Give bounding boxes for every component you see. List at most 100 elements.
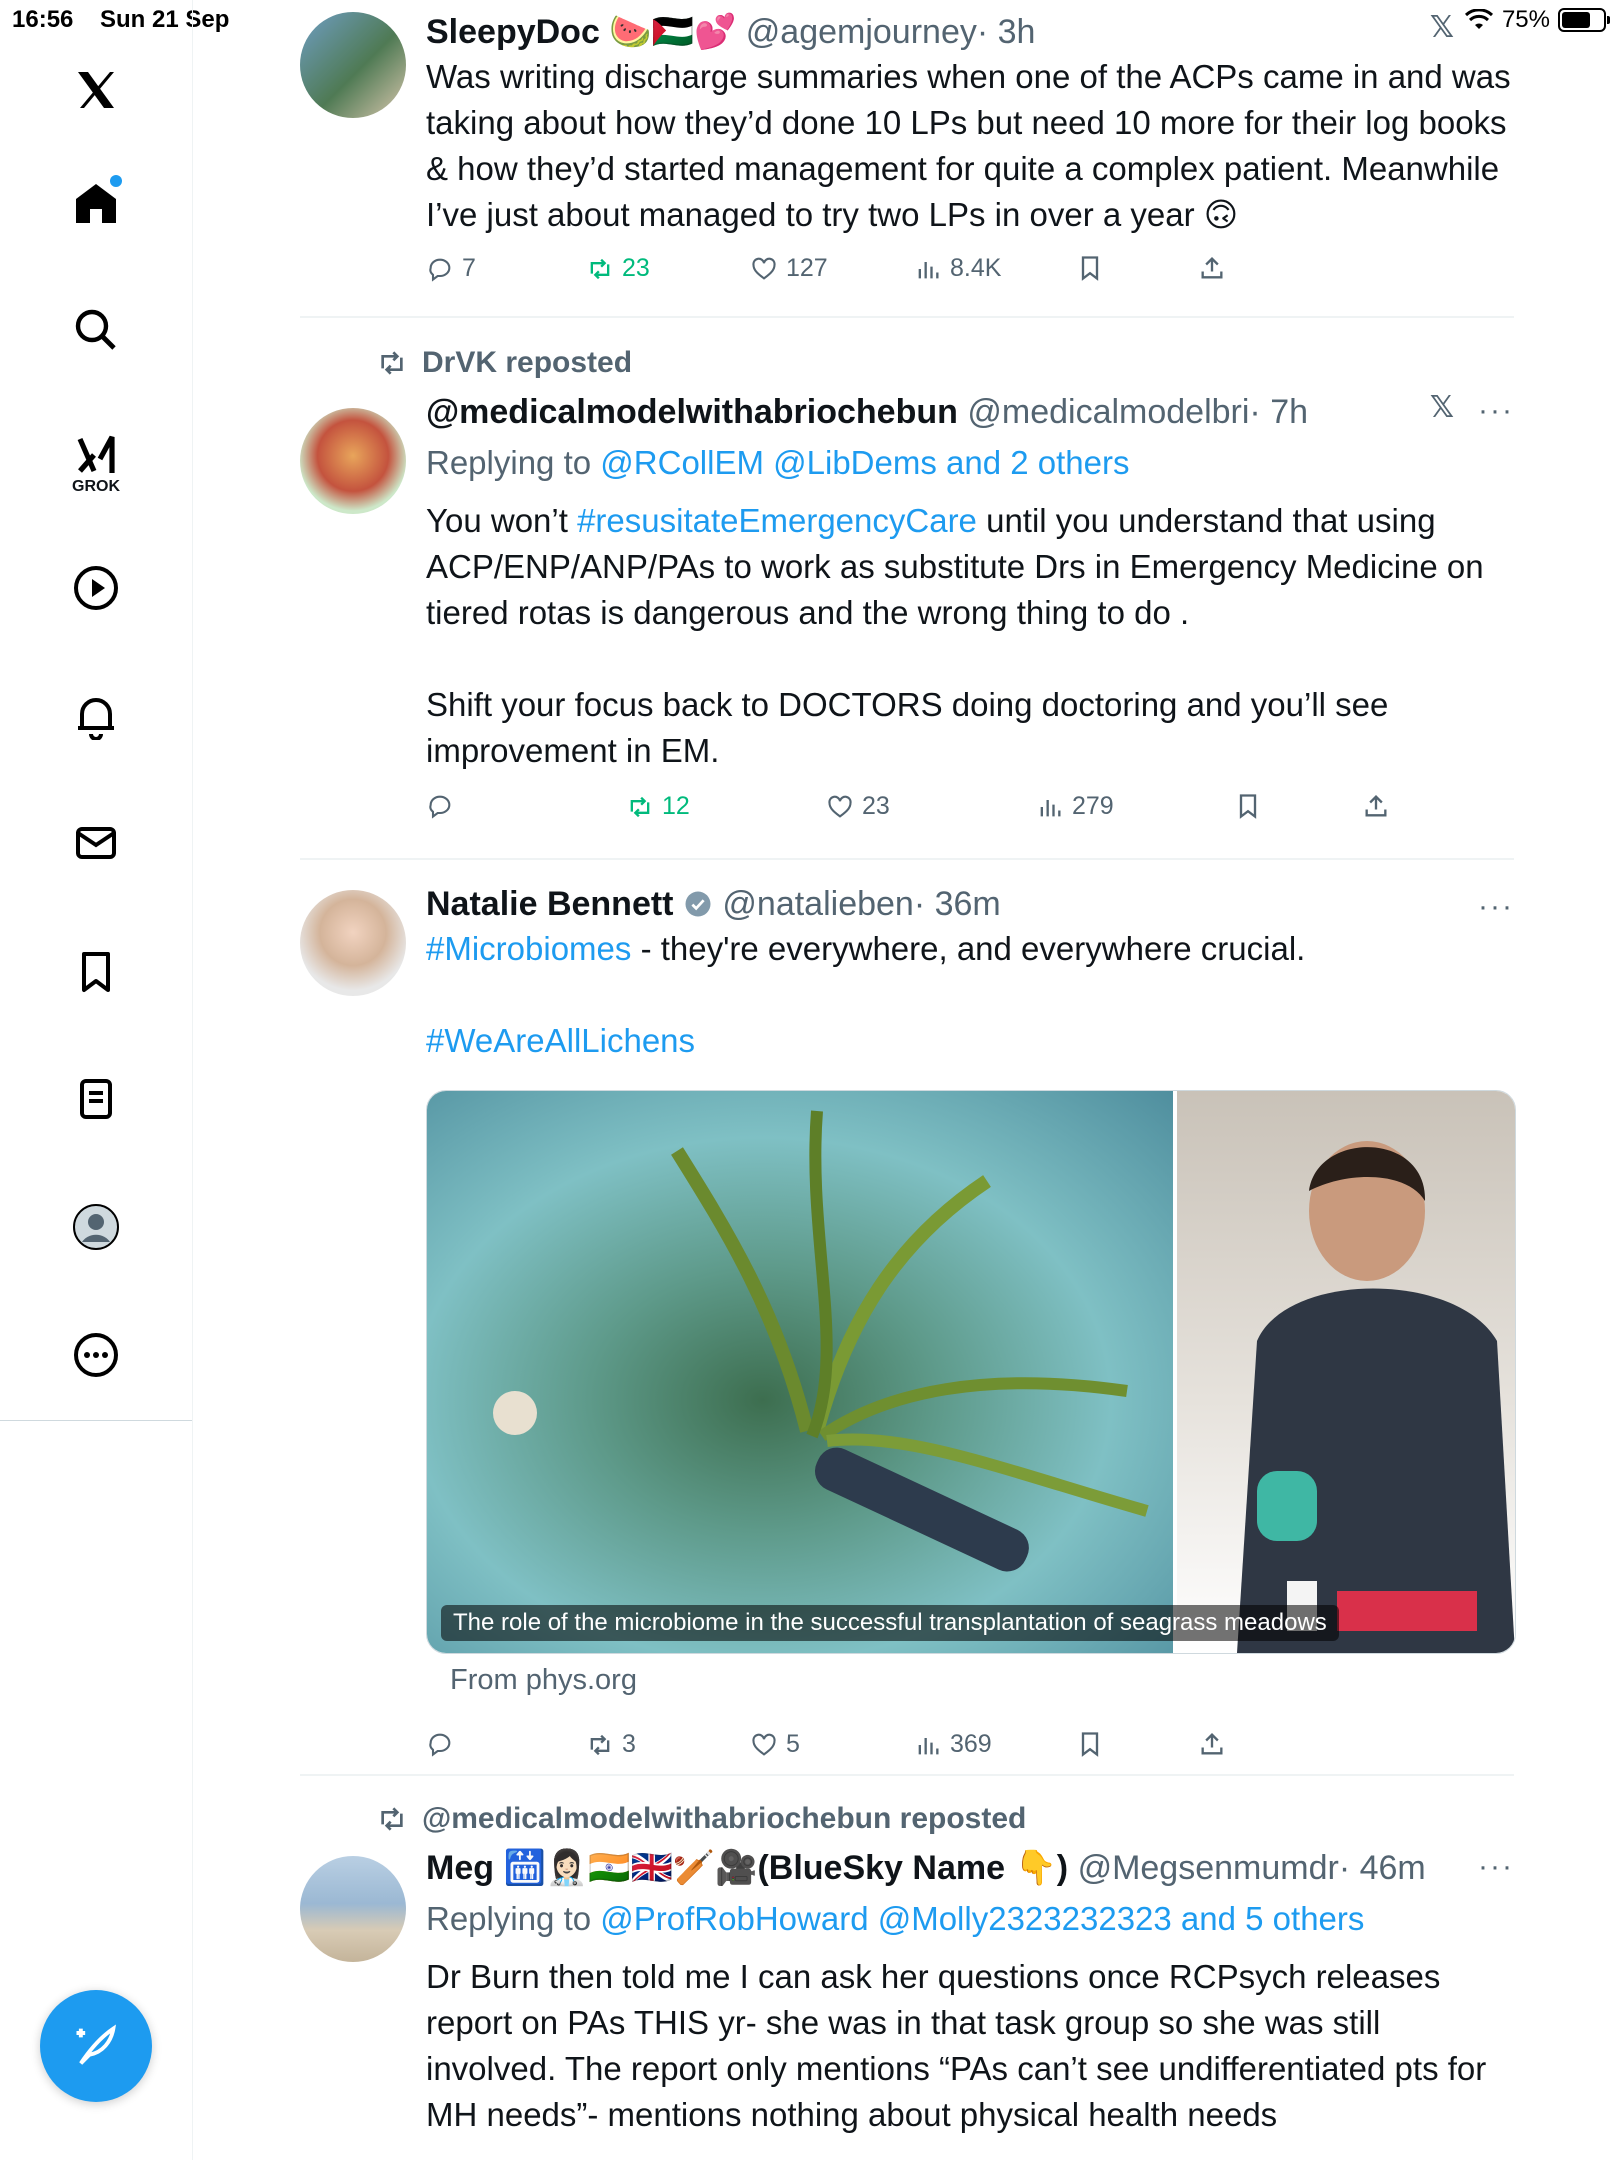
bookmark-icon [1239, 794, 1257, 819]
handle[interactable]: @medicalmodelbri [967, 393, 1249, 431]
views-icon [1040, 799, 1061, 816]
link-card-image[interactable]: The role of the microbiome in the succes… [426, 1090, 1516, 1654]
avatar[interactable] [300, 1856, 406, 1962]
repost-button[interactable]: 23 [586, 254, 650, 283]
more-icon[interactable] [56, 1315, 136, 1395]
like-button[interactable]: 127 [750, 254, 828, 283]
timestamp[interactable]: · 36m [914, 885, 1001, 923]
grok-label: GROK [72, 478, 120, 495]
tweet-text: You won’t #resusitateEmergencyCare until… [426, 498, 1516, 774]
reply-button[interactable] [426, 1730, 462, 1758]
share-icon [1365, 795, 1387, 817]
timestamp[interactable]: · 46m [1339, 1849, 1426, 1887]
views-icon [918, 1737, 939, 1754]
like-button[interactable]: 5 [750, 1730, 800, 1759]
share-button[interactable] [1198, 1730, 1226, 1758]
bookmarks-icon[interactable] [56, 932, 136, 1012]
tweet-text-second: #WeAreAllLichens [426, 1018, 1514, 1064]
like-button[interactable]: 23 [826, 792, 890, 821]
timestamp[interactable]: · 3h [977, 13, 1036, 51]
timestamp[interactable]: · 7h [1249, 393, 1308, 431]
repost-count: 3 [622, 1730, 636, 1758]
link-card-caption: The role of the microbiome in the succes… [441, 1605, 1339, 1641]
replying-prefix: Replying to [426, 1900, 592, 1937]
x-logo-icon[interactable] [56, 50, 136, 130]
views-button[interactable]: 369 [914, 1730, 992, 1759]
more-options-icon[interactable]: ··· [1478, 890, 1514, 924]
video-icon[interactable] [56, 548, 136, 628]
repost-button[interactable]: 3 [586, 1730, 636, 1759]
tweet-header: @medicalmodelwithabriochebun @medicalmod… [426, 390, 1514, 434]
replying-prefix: Replying to [426, 444, 592, 481]
grok-explain-icon[interactable]: 𝕏 [1430, 390, 1454, 425]
tweet-4[interactable]: @medicalmodelwithabriochebun reposted Me… [300, 1796, 1514, 2160]
repost-icon [590, 1734, 610, 1755]
bookmark-button[interactable] [1076, 1730, 1104, 1758]
heart-icon [752, 1733, 776, 1756]
battery-icon [1558, 8, 1610, 32]
bookmark-button[interactable] [1076, 254, 1104, 282]
reply-button[interactable]: 7 [426, 254, 476, 283]
avatar[interactable] [300, 12, 406, 118]
reply-icon [429, 258, 451, 282]
repost-indicator[interactable]: DrVK reposted [376, 346, 632, 380]
views-button[interactable]: 279 [1036, 792, 1114, 821]
avatar[interactable] [300, 408, 406, 514]
share-icon [1201, 1733, 1223, 1755]
link-source[interactable]: From phys.org [450, 1664, 637, 1697]
home-icon[interactable] [56, 163, 136, 243]
repost-indicator[interactable]: @medicalmodelwithabriochebun reposted [376, 1802, 1026, 1836]
compose-icon [76, 2024, 116, 2065]
grok-explain-icon[interactable]: 𝕏 [1430, 10, 1454, 45]
avatar[interactable] [300, 890, 406, 996]
bookmark-icon [1081, 256, 1099, 281]
display-name[interactable]: Natalie Bennett [426, 885, 674, 923]
views-button[interactable]: 8.4K [914, 254, 1001, 283]
hashtag-link[interactable]: #resusitateEmergencyCare [577, 502, 977, 539]
text-intro: You won’t [426, 502, 578, 539]
tweet-divider [300, 858, 1514, 860]
text-line: - they're everywhere, and everywhere cru… [631, 930, 1306, 967]
repost-by: @medicalmodelwithabriochebun reposted [422, 1802, 1027, 1835]
tweet-text: #Microbiomes - they're everywhere, and e… [426, 926, 1516, 972]
display-name[interactable]: Meg 🛗👩🏻‍⚕️🇮🇳🇬🇧🏏🎥(BlueSky Name 👇) [426, 1849, 1068, 1887]
views-icon [918, 261, 939, 278]
search-icon[interactable] [56, 290, 136, 370]
display-name[interactable]: @medicalmodelwithabriochebun [426, 393, 958, 431]
tweet-3[interactable]: Natalie Bennett @natalieben· 36m #Microb… [300, 878, 1516, 1759]
repost-icon [381, 1807, 403, 1831]
reply-icon [429, 1733, 451, 1757]
bookmark-button[interactable] [1234, 792, 1262, 820]
share-button[interactable] [1198, 254, 1226, 282]
more-options-icon[interactable]: ··· [1478, 394, 1514, 428]
repost-icon [590, 258, 610, 279]
tweet-header: Meg 🛗👩🏻‍⚕️🇮🇳🇬🇧🏏🎥(BlueSky Name 👇) @Megsen… [426, 1846, 1514, 1890]
more-options-icon[interactable]: ··· [1478, 1850, 1514, 1884]
tweet-2[interactable]: DrVK reposted @medicalmodelwithabriocheb… [300, 340, 1514, 840]
seagrass-photo [427, 1091, 1173, 1653]
share-button[interactable] [1362, 792, 1390, 820]
scientist-illustration [1237, 1141, 1515, 1653]
reply-mentions[interactable]: @RCollEM @LibDems and 2 others [600, 444, 1129, 481]
seagrass-illustration [493, 1110, 1149, 1572]
hashtag-link[interactable]: #Microbiomes [426, 930, 631, 967]
tweet-1[interactable]: SleepyDoc 🍉🇵🇸💕 @agemjourney· 3h Was writ… [300, 10, 1514, 310]
view-count: 8.4K [950, 254, 1002, 282]
handle[interactable]: @agemjourney [746, 13, 977, 51]
repost-button[interactable]: 12 [626, 792, 690, 821]
handle[interactable]: @Megsenmumdr [1078, 1849, 1339, 1887]
reply-mentions[interactable]: @ProfRobHoward @Molly2323232323 and 5 ot… [600, 1900, 1364, 1937]
handle[interactable]: @natalieben [722, 885, 913, 923]
compose-button[interactable] [40, 1990, 152, 2102]
reply-button[interactable] [426, 792, 462, 820]
profile-icon[interactable] [56, 1187, 136, 1267]
lists-icon[interactable] [56, 1059, 136, 1139]
name-emoji: 🍉🇵🇸💕 [609, 13, 737, 51]
notifications-icon[interactable] [56, 676, 136, 756]
display-name[interactable]: SleepyDoc [426, 13, 600, 51]
messages-icon[interactable] [56, 803, 136, 883]
home-notification-dot [110, 175, 122, 187]
hashtag-link[interactable]: #WeAreAllLichens [426, 1022, 695, 1059]
repost-icon [381, 351, 403, 375]
tweet-header: Natalie Bennett @natalieben· 36m [426, 882, 1514, 926]
